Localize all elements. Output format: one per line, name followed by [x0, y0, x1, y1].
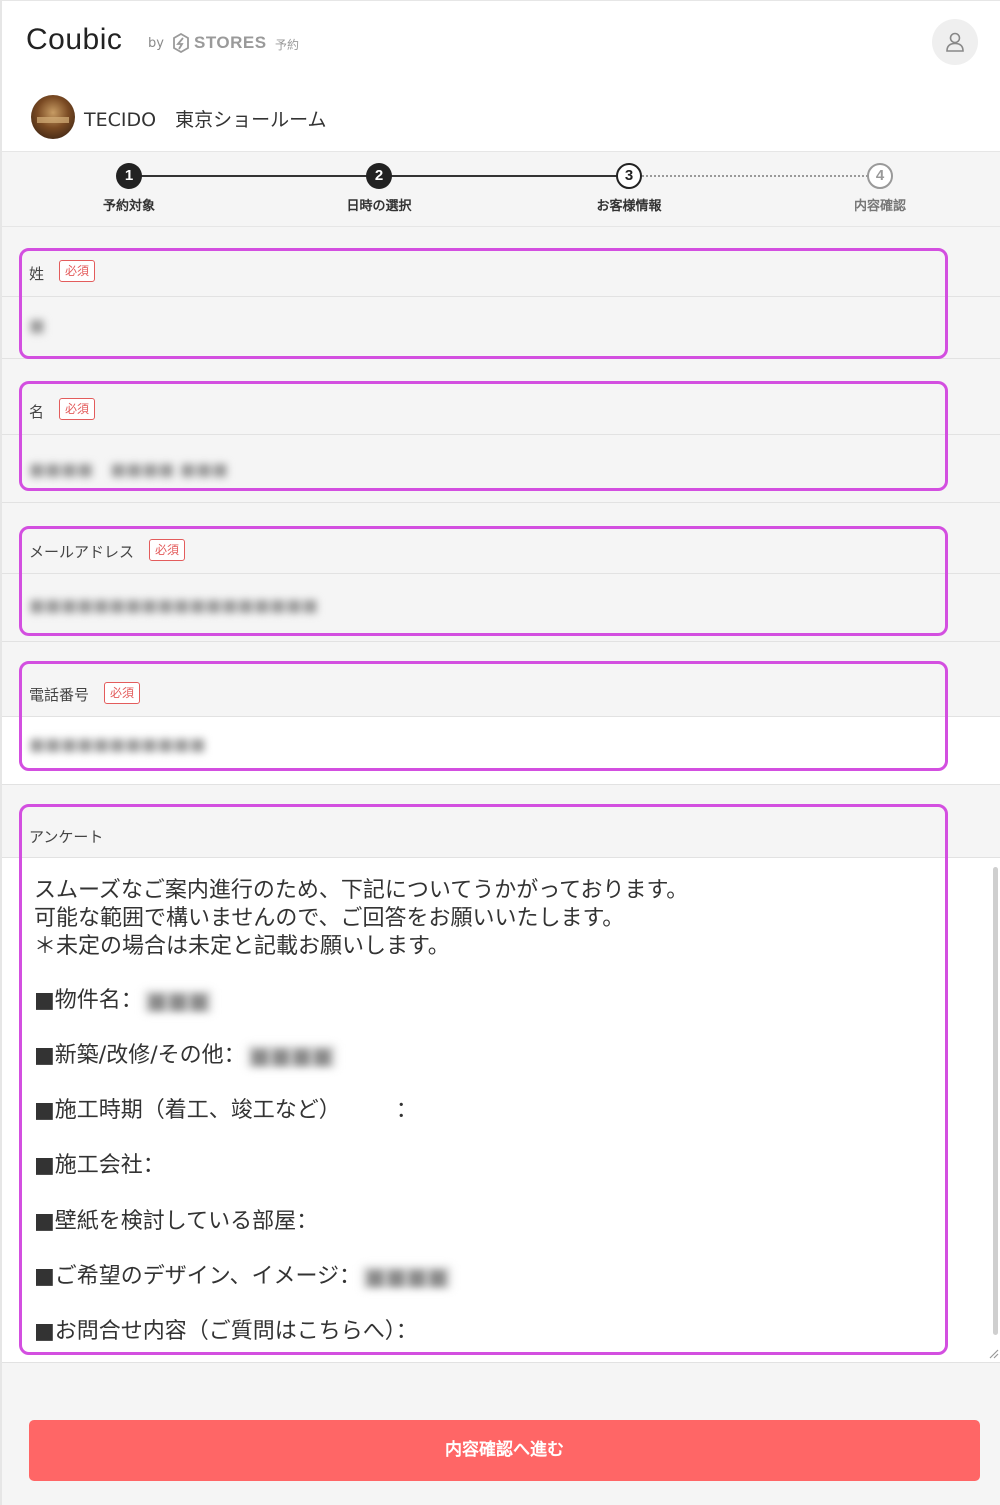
coubic-logo[interactable]: Coubic — [26, 23, 122, 57]
survey-scrollbar[interactable] — [993, 867, 998, 1335]
survey-question-company: ■施工会社： — [34, 1153, 165, 1178]
required-badge: 必須 — [104, 682, 141, 704]
answer-design: ■■■■ — [361, 1264, 453, 1290]
answer-property: ■■■ — [142, 988, 214, 1014]
survey-label-row: アンケート — [2, 806, 1000, 858]
survey-question-inquiry: ■お問合せ内容（ご質問はこちらへ）： — [34, 1319, 418, 1344]
step-1-number: 1 — [116, 163, 142, 189]
survey-intro-line-3: ＊未定の場合は未定と記載お願いします。 — [34, 934, 450, 959]
email-label-row: メールアドレス 必須 — [2, 526, 1000, 574]
phone-label-row: 電話番号 必須 — [2, 661, 1000, 717]
stores-logo-icon — [173, 33, 189, 53]
survey-question-room: ■壁紙を検討している部屋： — [34, 1209, 319, 1234]
required-badge: 必須 — [149, 539, 186, 561]
resize-grip-icon[interactable] — [987, 1347, 999, 1359]
survey-question-property: ■物件名： ■■■ — [34, 982, 214, 1014]
user-account-button[interactable] — [932, 19, 978, 65]
step-4-label: 内容確認 — [853, 199, 906, 214]
step-2-number: 2 — [366, 163, 392, 189]
last-name-label-row: 姓 必須 — [2, 248, 1000, 297]
step-3: 3 お客様情報 — [579, 163, 679, 214]
shop-row: TECIDO 東京ショールーム — [2, 85, 1000, 151]
step-4: 4 内容確認 — [830, 163, 930, 214]
shop-avatar — [31, 95, 75, 139]
question-design-text: ■ご希望のデザイン、イメージ： — [34, 1264, 362, 1289]
survey-question-design: ■ご希望のデザイン、イメージ： ■■■■ — [34, 1258, 453, 1290]
step-4-number: 4 — [867, 163, 893, 189]
required-badge: 必須 — [59, 398, 96, 420]
step-3-number: 3 — [616, 163, 642, 189]
step-3-label: お客様情報 — [596, 199, 662, 214]
email-label: メールアドレス — [29, 543, 135, 561]
header: Coubic by STORES 予約 — [2, 1, 1000, 85]
logo-by-text: by — [148, 36, 164, 51]
step-1: 1 予約対象 — [79, 163, 179, 214]
progress-stepper: 1 予約対象 2 日時の選択 3 お客様情報 4 内容確認 — [2, 151, 1000, 227]
first-name-input[interactable]: ■■■■ ■■■■ ■■■ — [2, 435, 1000, 503]
question-property-text: ■物件名： — [34, 988, 143, 1013]
last-name-label: 姓 — [29, 265, 45, 283]
survey-textarea[interactable]: スムーズなご案内進行のため、下記についてうかがっております。 可能な範囲で構いま… — [2, 858, 1000, 1363]
step-1-label: 予約対象 — [102, 199, 155, 214]
step-2: 2 日時の選択 — [329, 163, 429, 214]
first-name-value: ■■■■ ■■■■ ■■■ — [29, 460, 229, 480]
phone-value: ■■■■■■■■■■■ — [29, 735, 206, 755]
survey-question-type: ■新築/改修/その他： ■■■■ — [34, 1037, 337, 1069]
stores-wordmark: STORES — [194, 33, 267, 52]
email-input[interactable]: ■■■■■■■■■■■■■■■■■■ — [2, 574, 1000, 642]
required-badge: 必須 — [59, 260, 96, 282]
phone-input[interactable]: ■■■■■■■■■■■ — [2, 717, 1000, 785]
survey-label: アンケート — [29, 828, 104, 846]
first-name-label: 名 — [29, 403, 45, 421]
shop-name: TECIDO 東京ショールーム — [84, 109, 327, 131]
submit-button[interactable]: 内容確認へ進む — [29, 1420, 980, 1481]
page: Coubic by STORES 予約 TECIDO 東京ショールーム 1 予約… — [0, 0, 1000, 1505]
phone-label: 電話番号 — [29, 686, 90, 704]
last-name-value: ■ — [29, 316, 46, 336]
email-value: ■■■■■■■■■■■■■■■■■■ — [29, 596, 319, 616]
question-type-text: ■新築/改修/その他： — [34, 1043, 246, 1068]
survey-question-period: ■施工時期（着工、竣工など） ： — [34, 1098, 418, 1123]
answer-type: ■■■■ — [245, 1043, 337, 1069]
last-name-input[interactable]: ■ — [2, 297, 1000, 359]
step-2-label: 日時の選択 — [346, 199, 412, 214]
user-icon — [946, 32, 964, 52]
first-name-label-row: 名 必須 — [2, 381, 1000, 435]
stores-subtitle: 予約 — [275, 38, 300, 52]
